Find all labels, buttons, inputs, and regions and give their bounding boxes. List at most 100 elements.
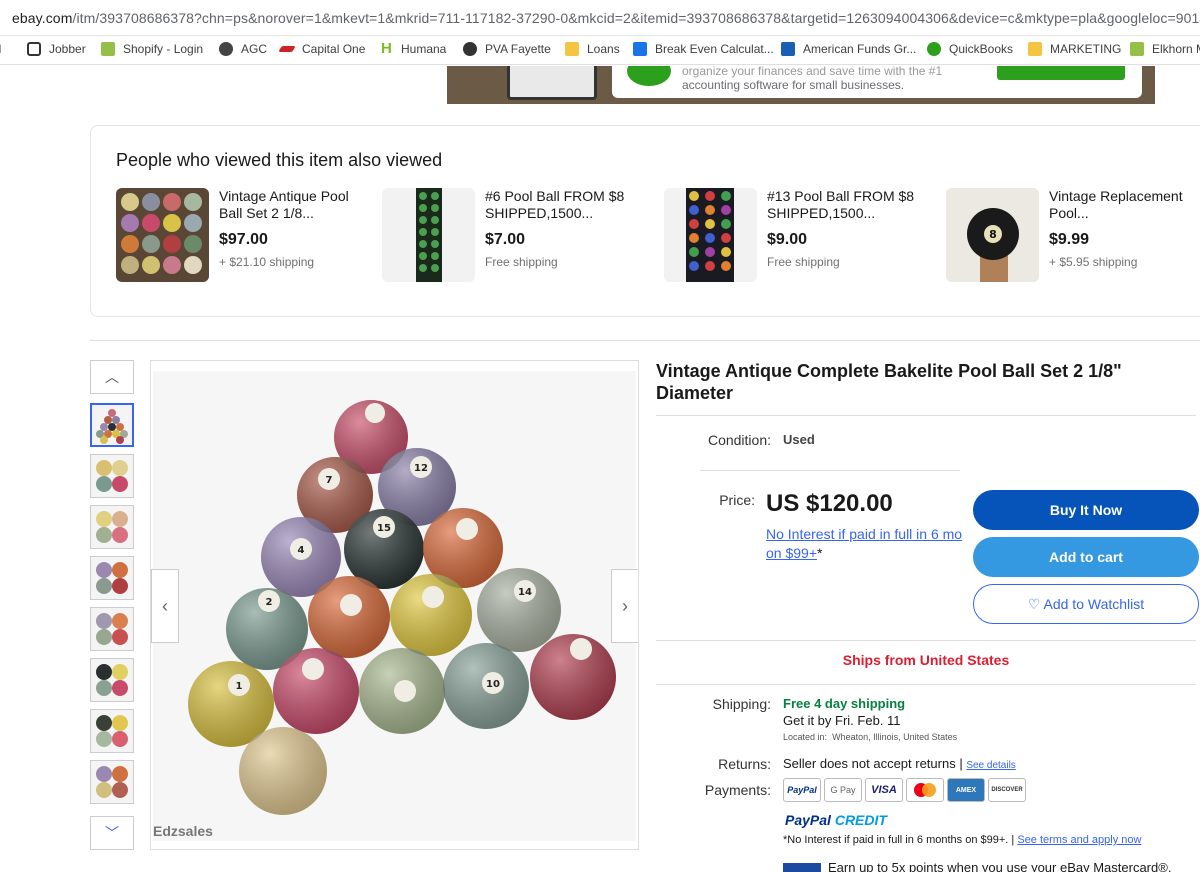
item-thumbnail[interactable]: 8 <box>946 188 1039 282</box>
also-viewed-heading: People who viewed this item also viewed <box>116 150 443 170</box>
item-title[interactable]: Vintage Antique Pool Ball Set 2 1/8... <box>219 188 369 222</box>
item-shipping: Free shipping <box>767 255 840 269</box>
item-thumbnail[interactable] <box>116 188 209 282</box>
bookmark-label: Jobber <box>49 42 86 56</box>
url-text[interactable]: ebay.com/itm/393708686378?chn=ps&norover… <box>12 10 1200 26</box>
bookmark-item[interactable]: ll <box>0 42 1 56</box>
quickbooks-icon <box>927 42 941 56</box>
bookmark-label: Capital One <box>302 42 366 56</box>
bookmark-jobber[interactable]: Jobber <box>27 42 86 56</box>
url-path: /itm/393708686378?chn=ps&norover=1&mkevt… <box>72 10 1200 26</box>
bookmark-marketing[interactable]: MARKETING <box>1028 42 1121 56</box>
image-prev-button[interactable]: ‹ <box>151 569 179 643</box>
item-price: $9.00 <box>767 231 808 248</box>
mastercard-icon <box>906 778 944 802</box>
shopify-icon <box>1130 42 1144 56</box>
bookmark-label: Elkhorn M <box>1152 42 1200 56</box>
item-thumbnail[interactable] <box>664 188 757 282</box>
also-viewed-item[interactable]: #13 Pool Ball FROM $8 SHIPPED,1500... $9… <box>664 188 934 283</box>
svg-text:1: 1 <box>236 681 243 692</box>
thumbs-down-button[interactable]: ﹀ <box>90 816 134 850</box>
returns-text: Seller does not accept returns | <box>783 756 963 771</box>
thumbs-up-button[interactable]: ︿ <box>90 360 134 394</box>
thumbnail[interactable] <box>90 760 134 804</box>
ad-text: organize your finances and save time wit… <box>682 66 942 92</box>
address-bar[interactable]: ebay.com/itm/393708686378?chn=ps&norover… <box>0 0 1200 36</box>
bookmark-pva-fayette[interactable]: PVA Fayette <box>463 42 551 56</box>
image-next-button[interactable]: › <box>611 569 638 643</box>
main-image[interactable]: 7 12 4 15 2 14 1 10 ‹ › Edzsales <box>150 360 639 850</box>
section-divider <box>90 340 1200 341</box>
buy-it-now-button[interactable]: Buy It Now <box>973 490 1199 530</box>
condition-value: Used <box>783 432 815 447</box>
no-interest-link[interactable]: No Interest if paid in full in 6 mo on $… <box>766 525 966 563</box>
divider <box>656 640 1196 641</box>
thumbnail[interactable] <box>90 556 134 600</box>
condition-label: Condition: <box>707 432 771 448</box>
svg-text:8: 8 <box>989 228 997 241</box>
discover-icon: DISCOVER <box>988 778 1026 802</box>
bookmark-capital-one[interactable]: Capital One <box>278 42 366 56</box>
bookmark-label: QuickBooks <box>949 42 1014 56</box>
svg-text:12: 12 <box>414 463 428 474</box>
item-title[interactable]: #6 Pool Ball FROM $8 SHIPPED,1500... <box>485 188 635 222</box>
location: Located in: Wheaton, Illinois, United St… <box>783 732 957 742</box>
item-price: $7.00 <box>485 231 526 248</box>
divider <box>700 470 960 471</box>
item-thumbnail[interactable] <box>382 188 475 282</box>
bookmark-shopify[interactable]: Shopify - Login <box>101 42 203 56</box>
add-to-watchlist-button[interactable]: ♡ Add to Watchlist <box>973 584 1199 624</box>
thumbnail[interactable] <box>90 454 134 498</box>
also-viewed-item[interactable]: 8 Vintage Replacement Pool... $9.99 + $5… <box>946 188 1200 283</box>
svg-text:7: 7 <box>326 475 333 486</box>
paypal-credit-note: *No Interest if paid in full in 6 months… <box>783 834 1141 846</box>
item-shipping: + $21.10 shipping <box>219 255 315 269</box>
amex-icon: AMEX <box>947 778 985 802</box>
thumbnail[interactable] <box>90 505 134 549</box>
svg-text:14: 14 <box>518 587 532 598</box>
also-viewed-panel: People who viewed this item also viewed … <box>90 125 1200 317</box>
ad-cta-button[interactable] <box>997 66 1125 80</box>
bookmark-loans[interactable]: Loans <box>565 42 620 56</box>
thumbnail[interactable] <box>90 607 134 651</box>
ad-banner[interactable]: organize your finances and save time wit… <box>447 66 1155 104</box>
folder-icon <box>565 42 579 56</box>
bookmark-american-funds[interactable]: American Funds Gr... <box>781 42 916 56</box>
bookmark-agc[interactable]: AGC <box>219 42 267 56</box>
american-funds-icon <box>781 42 795 56</box>
returns-label: Returns: <box>718 756 771 772</box>
image-watermark: Edzsales <box>153 823 213 839</box>
folder-icon <box>1028 42 1042 56</box>
item-title[interactable]: Vintage Replacement Pool... <box>1049 188 1199 222</box>
item-shipping: Free shipping <box>485 255 558 269</box>
thumbnail[interactable] <box>90 403 134 447</box>
delivery-estimate: Get it by Fri. Feb. 11 <box>783 713 901 728</box>
svg-text:2: 2 <box>266 597 273 608</box>
google-pay-icon: G Pay <box>824 778 862 802</box>
bookmark-label: ll <box>0 42 1 56</box>
bookmark-humana[interactable]: H Humana <box>381 41 446 56</box>
also-viewed-item[interactable]: Vintage Antique Pool Ball Set 2 1/8... $… <box>116 188 386 283</box>
earn-points-promo[interactable]: Earn up to 5x points when you use your e… <box>828 860 1171 872</box>
shipping-value: Free 4 day shipping <box>783 696 906 711</box>
shipping-label: Shipping: <box>712 696 771 712</box>
also-viewed-item[interactable]: #6 Pool Ball FROM $8 SHIPPED,1500... $7.… <box>382 188 652 283</box>
url-domain: ebay.com <box>12 10 73 26</box>
ad-device-image <box>507 66 597 100</box>
see-terms-link[interactable]: See terms and apply now <box>1017 834 1141 846</box>
see-details-link[interactable]: See details <box>966 760 1015 771</box>
payments-label: Payments: <box>704 782 771 798</box>
chevron-up-icon: ︿ <box>105 369 119 385</box>
thumbnail[interactable] <box>90 709 134 753</box>
paypal-credit-word: CREDIT <box>834 812 887 828</box>
paypal-credit-brand: PayPal <box>785 812 831 828</box>
thumbnail[interactable] <box>90 658 134 702</box>
bookmark-break-even[interactable]: Break Even Calculat... <box>633 42 774 56</box>
payment-methods: PayPal G Pay VISA AMEX DISCOVER <box>783 778 1026 802</box>
item-title[interactable]: #13 Pool Ball FROM $8 SHIPPED,1500... <box>767 188 917 222</box>
add-to-cart-button[interactable]: Add to cart <box>973 537 1199 577</box>
jobber-icon <box>27 42 41 56</box>
bookmark-elkhorn[interactable]: Elkhorn M <box>1130 42 1200 56</box>
capital-one-icon <box>278 46 296 52</box>
bookmark-quickbooks[interactable]: QuickBooks <box>927 42 1013 56</box>
